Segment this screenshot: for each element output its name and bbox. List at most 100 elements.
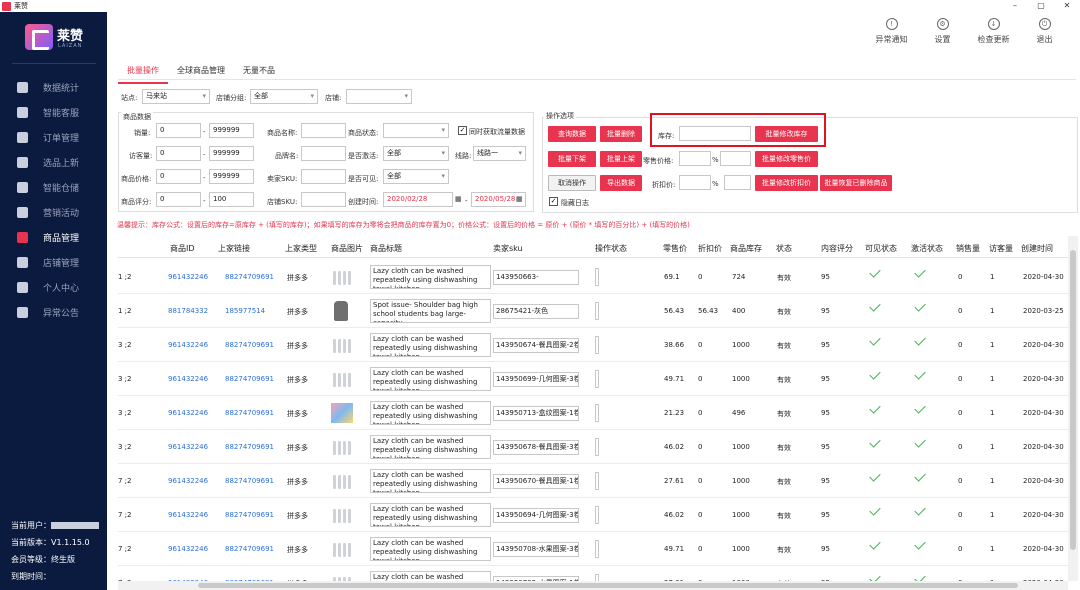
source-link[interactable]: 185977514 — [225, 307, 265, 315]
sales-min-input[interactable]: 0 — [156, 123, 201, 138]
tab-global-goods[interactable]: 全球商品管理 — [168, 59, 234, 84]
batch-off-button[interactable]: 批量下架 — [548, 151, 596, 167]
score-max-input[interactable]: 100 — [209, 192, 254, 207]
sales-max-input[interactable]: 999999 — [209, 123, 254, 138]
retail-percent-input[interactable] — [679, 151, 711, 166]
seller-sku-field[interactable]: 143950663- — [493, 270, 579, 285]
sidebar-item-0[interactable]: 数据统计 — [0, 75, 107, 100]
column-header[interactable]: 上家链接 — [218, 243, 250, 254]
active-select[interactable]: 全部 — [383, 146, 449, 161]
product-image[interactable] — [331, 471, 353, 491]
date-from-input[interactable]: 2020/02/28 — [383, 192, 453, 207]
retail-amount-input[interactable] — [720, 151, 751, 166]
line-select[interactable]: 线路一 — [473, 146, 526, 161]
discount-amount-input[interactable] — [724, 175, 751, 190]
column-header[interactable]: 商品ID — [170, 243, 195, 254]
batch-delete-button[interactable]: 批量删除 — [600, 126, 642, 142]
tab-batch-ops[interactable]: 批量操作 — [118, 59, 168, 84]
table-row[interactable]: 7 ;296143224688274709691拼多多Lazy cloth ca… — [118, 566, 1068, 581]
topbar-button-2[interactable]: ↓ 检查更新 — [968, 18, 1019, 45]
column-header[interactable]: 销售量 — [956, 243, 980, 254]
source-link[interactable]: 88274709691 — [225, 477, 274, 485]
table-row[interactable]: 3 ;2 961432246 88274709691 拼多多 Lazy cloth ca… — [118, 396, 1068, 430]
cancel-button[interactable]: 取消操作 — [548, 175, 596, 191]
topbar-button-1[interactable]: ⚙ 设置 — [917, 18, 968, 45]
sidebar-item-7[interactable]: 店铺管理 — [0, 250, 107, 275]
column-header[interactable]: 可见状态 — [865, 243, 897, 254]
topbar-button-0[interactable]: ! 异常通知 — [866, 18, 917, 45]
site-select[interactable]: 马来站 — [142, 89, 210, 104]
table-row[interactable]: 3 ;2 961432246 88274709691 拼多多 Lazy cloth ca… — [118, 430, 1068, 464]
product-title-field[interactable]: Lazy cloth can be washed repeatedly usin… — [370, 265, 491, 289]
product-image[interactable] — [331, 369, 353, 389]
product-id-link[interactable]: 961432246 — [168, 341, 208, 349]
product-title-field[interactable]: Lazy cloth can be washed repeatedly usin… — [370, 333, 491, 357]
sidebar-item-5[interactable]: 营销活动 — [0, 200, 107, 225]
restore-deleted-button[interactable]: 批量恢复已删除商品 — [820, 175, 892, 191]
product-title-field[interactable]: Lazy cloth can be washed repeatedly usin… — [370, 537, 491, 561]
tab-no-volume[interactable]: 无量不品 — [234, 59, 284, 84]
column-header[interactable]: 创建时间 — [1021, 243, 1053, 254]
minimize-icon[interactable]: – — [1002, 0, 1028, 12]
shop-sku-input[interactable] — [301, 192, 346, 207]
table-row[interactable]: 7 ;296143224688274709691拼多多Lazy cloth ca… — [118, 464, 1068, 498]
product-image[interactable] — [331, 573, 353, 581]
column-header[interactable]: 内容评分 — [821, 243, 853, 254]
visits-max-input[interactable]: 999999 — [209, 146, 254, 161]
table-row[interactable]: 3 ;2 961432246 88274709691 拼多多 Lazy cloth ca… — [118, 362, 1068, 396]
product-image[interactable] — [331, 505, 353, 525]
brand-input[interactable] — [301, 146, 346, 161]
column-header[interactable]: 访客量 — [989, 243, 1013, 254]
product-title-field[interactable]: Lazy cloth can be washed repeatedly usin… — [370, 435, 491, 459]
vertical-scroll-thumb[interactable] — [1070, 250, 1076, 550]
column-header[interactable]: 零售价 — [663, 243, 687, 254]
hide-log-checkbox[interactable]: ✓ — [549, 197, 558, 206]
product-id-link[interactable]: 961432246 — [168, 443, 208, 451]
seller-sku-field[interactable]: 143950708-水果图案-3卷+ — [493, 542, 579, 557]
sidebar-item-3[interactable]: 选品上新 — [0, 150, 107, 175]
column-header[interactable]: 操作状态 — [595, 243, 627, 254]
column-header[interactable]: 卖家sku — [493, 243, 523, 254]
score-min-input[interactable]: 0 — [156, 192, 201, 207]
seller-sku-field[interactable]: 143950699-几何图案-3卷+ — [493, 372, 579, 387]
seller-sku-field[interactable]: 143950694-几何图案-3卷 — [493, 508, 579, 523]
product-title-field[interactable]: Lazy cloth can be washed repeatedly usin… — [370, 469, 491, 493]
product-title-field[interactable]: Lazy cloth can be washed repeatedly usin… — [370, 503, 491, 527]
product-id-link[interactable]: 961432246 — [168, 409, 208, 417]
price-min-input[interactable]: 0 — [156, 169, 201, 184]
sidebar-item-9[interactable]: 异常公告 — [0, 300, 107, 325]
status-select[interactable] — [383, 123, 449, 138]
sidebar-item-6[interactable]: 商品管理 — [0, 225, 107, 250]
column-header[interactable]: 商品图片 — [331, 243, 363, 254]
column-header[interactable]: 激活状态 — [911, 243, 943, 254]
column-header[interactable]: 状态 — [776, 243, 792, 254]
table-row[interactable]: 7 ;296143224688274709691拼多多Lazy cloth ca… — [118, 532, 1068, 566]
product-image[interactable] — [331, 267, 353, 287]
sidebar-item-8[interactable]: 个人中心 — [0, 275, 107, 300]
shop-select[interactable] — [346, 89, 412, 104]
source-link[interactable]: 88274709691 — [225, 443, 274, 451]
query-button[interactable]: 查询数据 — [548, 126, 596, 142]
product-image[interactable] — [331, 403, 353, 423]
source-link[interactable]: 88274709691 — [225, 375, 274, 383]
sidebar-item-1[interactable]: 智能客服 — [0, 100, 107, 125]
table-row[interactable]: 1 ;2 881784332 185977514 拼多多 Spot issue- Sho… — [118, 294, 1068, 328]
seller-sku-field[interactable]: 143950678-餐具图案-3卷 — [493, 440, 579, 455]
product-title-field[interactable]: Spot issue- Shoulder bag high school stu… — [370, 299, 491, 323]
table-row[interactable]: 1 ;2 961432246 88274709691 拼多多 Lazy cloth ca… — [118, 260, 1068, 294]
calendar-from-icon[interactable]: ▦ — [455, 195, 462, 203]
source-link[interactable]: 88274709691 — [225, 273, 274, 281]
column-header[interactable]: 折扣价 — [698, 243, 722, 254]
name-input[interactable] — [301, 123, 346, 138]
seller-sku-field[interactable]: 143950713-盒纹图案-1卷颜色随机 — [493, 406, 579, 421]
product-title-field[interactable]: Lazy cloth can be washed repeatedly usin… — [370, 401, 491, 425]
vertical-scrollbar[interactable] — [1068, 236, 1078, 581]
product-id-link[interactable]: 961432246 — [168, 545, 208, 553]
price-max-input[interactable]: 999999 — [209, 169, 254, 184]
visits-min-input[interactable]: 0 — [156, 146, 201, 161]
product-id-link[interactable]: 961432246 — [168, 375, 208, 383]
seller-sku-field[interactable]: 143950674-餐具图案-2卷 — [493, 338, 579, 353]
sidebar-item-2[interactable]: 订单管理 — [0, 125, 107, 150]
shop-group-select[interactable]: 全部 — [250, 89, 318, 104]
product-image[interactable] — [334, 301, 348, 321]
